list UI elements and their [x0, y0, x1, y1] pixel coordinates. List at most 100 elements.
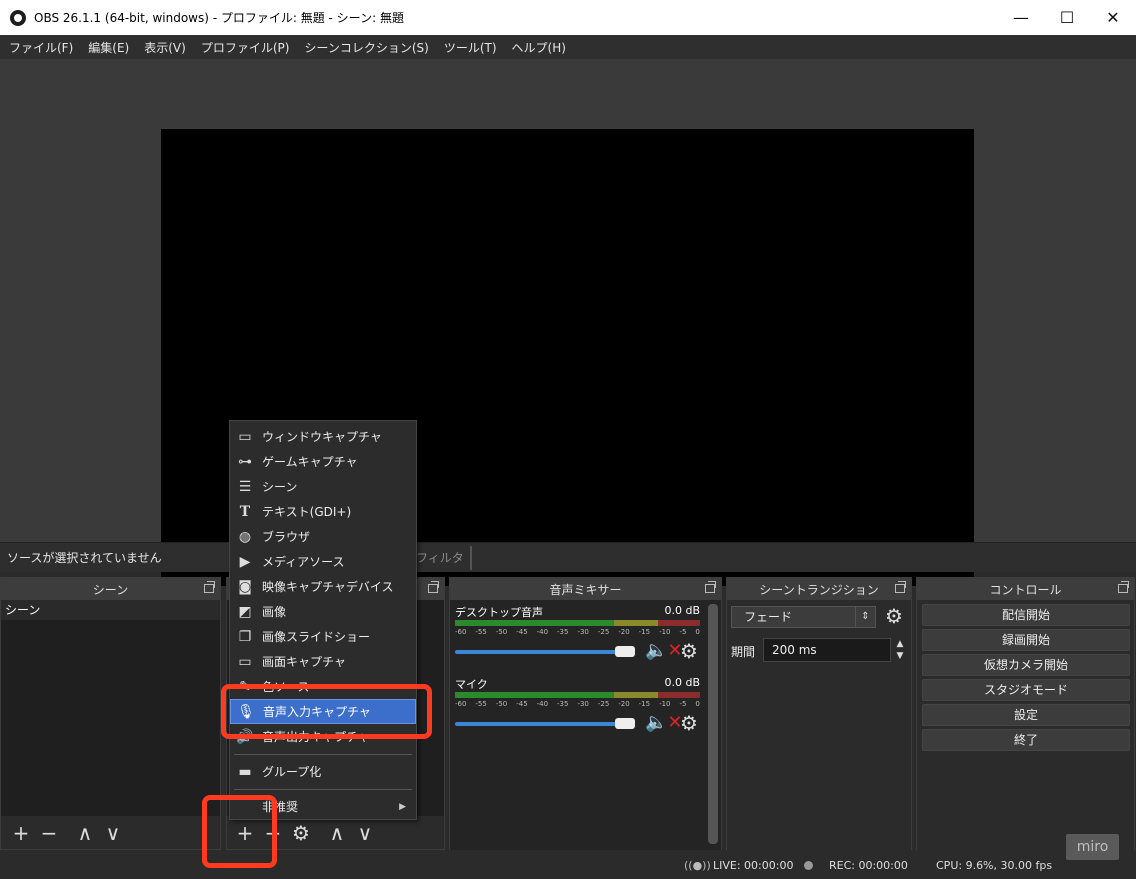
highlight-add-source-button: [202, 795, 277, 868]
window-controls: — ☐ ✕: [998, 0, 1136, 35]
menu-item-game-capture[interactable]: ⊶ ゲームキャプチャ: [230, 449, 416, 474]
controls-body: 配信開始 録画開始 仮想カメラ開始 スタジオモード 設定 終了: [917, 600, 1134, 850]
live-timer: LIVE: 00:00:00: [713, 859, 794, 872]
window-title: OBS 26.1.1 (64-bit, windows) - プロファイル: 無…: [34, 11, 404, 25]
mixer-scrollbar[interactable]: [708, 604, 718, 844]
meter-ticks: -60 -55 -50 -45 -40 -35 -30 -25 -20 -15 -10 -5 0: [455, 700, 700, 708]
menu-item-image-slideshow[interactable]: ❐ 画像スライドショー: [230, 624, 416, 649]
broadcast-icon: ((●)): [684, 859, 711, 872]
transition-select[interactable]: フェード ⇕: [731, 606, 876, 628]
menu-item-scene[interactable]: ☰ シーン: [230, 474, 416, 499]
menu-item-text[interactable]: T テキスト(GDI+): [230, 499, 416, 524]
channel-gear-icon[interactable]: ⚙: [680, 711, 698, 735]
volume-meter: [455, 692, 700, 698]
menu-separator: [234, 789, 412, 790]
settings-button[interactable]: 設定: [922, 704, 1130, 726]
add-scene-button[interactable]: +: [7, 819, 35, 847]
globe-icon: ◍: [238, 528, 252, 545]
volume-slider-handle[interactable]: [615, 646, 635, 657]
volume-slider-handle[interactable]: [615, 718, 635, 729]
submenu-arrow-icon: ▶: [399, 801, 406, 812]
scene-transitions-dock: シーントランジション フェード ⇕ ⚙ 期間 200 ms ▲ ▼: [726, 577, 912, 850]
start-recording-button[interactable]: 録画開始: [922, 629, 1130, 651]
move-source-up-button[interactable]: ∧: [323, 819, 351, 847]
audio-mixer-dock: 音声ミキサー デスクトップ音声 0.0 dB -60 -55 -50 -45 -40 -3…: [449, 577, 722, 850]
folder-icon: ▬: [238, 763, 252, 780]
gamepad-icon: ⊶: [238, 453, 252, 470]
menu-file[interactable]: ファイル(F): [4, 39, 78, 56]
maximize-button[interactable]: ☐: [1044, 0, 1090, 35]
miro-watermark: miro: [1066, 834, 1119, 860]
no-source-selected-text: ソースが選択されていません: [7, 551, 162, 565]
move-source-down-button[interactable]: ∨: [351, 819, 379, 847]
channel-name: マイク: [455, 678, 488, 691]
cpu-fps-readout: CPU: 9.6%, 30.00 fps: [936, 859, 1053, 872]
channel-name: デスクトップ音声: [455, 606, 543, 619]
studio-mode-button[interactable]: スタジオモード: [922, 679, 1130, 701]
move-scene-down-button[interactable]: ∨: [99, 819, 127, 847]
menu-item-group[interactable]: ▬ グループ化: [230, 759, 416, 784]
menu-view[interactable]: 表示(V): [139, 39, 191, 56]
close-button[interactable]: ✕: [1090, 0, 1136, 35]
volume-slider[interactable]: [455, 650, 635, 654]
controls-dock: コントロール 配信開始 録画開始 仮想カメラ開始 スタジオモード 設定 終了: [916, 577, 1135, 850]
menu-item-media-source[interactable]: ▶ メディアソース: [230, 549, 416, 574]
preview-area: [0, 59, 1136, 586]
transition-selected-value: フェード: [744, 610, 793, 624]
volume-slider[interactable]: [455, 722, 635, 726]
undock-icon[interactable]: [705, 581, 716, 593]
duration-label: 期間: [731, 645, 756, 659]
channel-gear-icon[interactable]: ⚙: [680, 639, 698, 663]
undock-icon[interactable]: [895, 581, 906, 593]
scenes-toolbar: + − ∧ ∨: [1, 816, 220, 849]
camera-icon: ◙: [238, 578, 252, 595]
menu-item-video-capture-device[interactable]: ◙ 映像キャプチャデバイス: [230, 574, 416, 599]
source-toolbar: ソースが選択されていません フィルタ: [0, 542, 1136, 572]
title-bar: OBS 26.1.1 (64-bit, windows) - プロファイル: 無…: [0, 0, 1136, 35]
record-dot-icon: [804, 861, 813, 870]
transitions-title: シーントランジション: [759, 582, 879, 597]
start-streaming-button[interactable]: 配信開始: [922, 604, 1130, 626]
scenes-dock: シーン シーン + − ∧ ∨: [0, 577, 221, 850]
muted-speaker-icon[interactable]: 🔈✕: [645, 640, 683, 661]
volume-meter: [455, 620, 700, 626]
muted-speaker-icon[interactable]: 🔈✕: [645, 712, 683, 733]
menu-item-display-capture[interactable]: ▭ 画面キャプチャ: [230, 649, 416, 674]
menu-help[interactable]: ヘルプ(H): [507, 39, 571, 56]
menu-separator: [234, 754, 412, 755]
list-icon: ☰: [238, 478, 252, 495]
menu-item-browser[interactable]: ◍ ブラウザ: [230, 524, 416, 549]
controls-title: コントロール: [989, 582, 1062, 597]
mixer-body: デスクトップ音声 0.0 dB -60 -55 -50 -45 -40 -35 -30 -25…: [450, 600, 721, 850]
transitions-body: フェード ⇕ ⚙ 期間 200 ms ▲ ▼: [727, 600, 911, 850]
menu-tools[interactable]: ツール(T): [439, 39, 502, 56]
play-icon: ▶: [239, 553, 251, 570]
channel-db: 0.0 dB: [664, 676, 700, 689]
duration-spinner-icon[interactable]: ▲ ▼: [891, 638, 909, 662]
status-bar: ((●)) LIVE: 00:00:00 REC: 00:00:00 CPU: …: [0, 851, 1136, 879]
menu-item-window-capture[interactable]: ▭ ウィンドウキャプチャ: [230, 424, 416, 449]
image-icon: ◩: [238, 603, 252, 620]
minimize-button[interactable]: —: [998, 0, 1044, 35]
filters-button[interactable]: フィルタ: [416, 549, 464, 566]
remove-scene-button[interactable]: −: [35, 819, 63, 847]
scene-list-item[interactable]: シーン: [1, 600, 220, 620]
audio-mixer-header: 音声ミキサー: [450, 578, 721, 600]
menu-profile[interactable]: プロファイル(P): [196, 39, 295, 56]
menu-scene-collection[interactable]: シーンコレクション(S): [299, 39, 433, 56]
highlight-audio-input-capture: [221, 684, 432, 739]
exit-button[interactable]: 終了: [922, 729, 1130, 751]
move-scene-up-button[interactable]: ∧: [71, 819, 99, 847]
menu-edit[interactable]: 編集(E): [83, 39, 134, 56]
undock-icon[interactable]: [1118, 581, 1129, 593]
undock-icon[interactable]: [428, 581, 439, 593]
duration-input[interactable]: 200 ms: [763, 638, 891, 662]
meter-ticks: -60 -55 -50 -45 -40 -35 -30 -25 -20 -15 -10 -5 0: [455, 628, 700, 636]
source-properties-gear-icon[interactable]: ⚙: [287, 819, 315, 847]
undock-icon[interactable]: [204, 581, 215, 593]
menu-item-image[interactable]: ◩ 画像: [230, 599, 416, 624]
transition-gear-icon[interactable]: ⚙: [885, 604, 903, 628]
start-virtual-camera-button[interactable]: 仮想カメラ開始: [922, 654, 1130, 676]
scenes-dock-title: シーン: [92, 582, 129, 597]
text-icon: T: [239, 503, 251, 520]
